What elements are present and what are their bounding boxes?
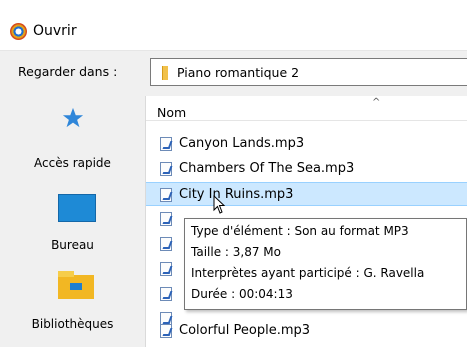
place-desktop[interactable]: Bureau (0, 181, 145, 263)
look-in-value: Piano romantique 2 (177, 65, 300, 80)
audio-file-icon (160, 162, 172, 176)
places-bar: Accès rapide Bureau Bibliothèques (0, 96, 145, 347)
window-top-edge (0, 0, 467, 15)
file-name: Chambers Of The Sea.mp3 (179, 161, 355, 176)
file-row[interactable]: Colorful People.mp3 (146, 319, 467, 343)
sort-ascending-icon: ^ (372, 97, 381, 108)
file-row[interactable]: Chambers Of The Sea.mp3 (146, 157, 467, 181)
title-bar: Ouvrir (0, 14, 467, 51)
audio-file-icon (160, 212, 172, 226)
look-in-dropdown[interactable]: Piano romantique 2 (150, 58, 467, 86)
place-label: Bureau (51, 238, 94, 252)
look-in-label: Regarder dans : (18, 64, 118, 79)
file-info-tooltip: Type d'élément : Son au format MP3 Taill… (184, 218, 467, 310)
file-name: City In Ruins.mp3 (179, 187, 294, 202)
column-header-name[interactable]: Nom ^ (146, 96, 467, 121)
file-row-selected[interactable]: City In Ruins.mp3 (146, 182, 467, 206)
audio-file-icon (160, 262, 172, 276)
tooltip-duration: Durée : 00:04:13 (191, 287, 293, 301)
file-row[interactable]: Canyon Lands.mp3 (146, 132, 467, 156)
audio-file-icon (160, 188, 172, 202)
column-header-label: Nom (157, 105, 187, 120)
app-icon (10, 23, 27, 40)
place-label: Accès rapide (34, 156, 111, 170)
dialog-title: Ouvrir (33, 23, 77, 39)
file-name: Canyon Lands.mp3 (179, 136, 305, 151)
audio-file-icon (160, 324, 172, 338)
tooltip-size: Taille : 3,87 Mo (191, 245, 281, 259)
audio-file-icon (160, 237, 172, 251)
place-label: Bibliothèques (31, 317, 114, 331)
mouse-cursor-icon (213, 195, 227, 215)
audio-file-icon (160, 137, 172, 151)
tooltip-item-type: Type d'élément : Son au format MP3 (191, 224, 409, 238)
folder-icon (162, 66, 168, 80)
desktop-icon (58, 194, 96, 222)
place-libraries[interactable]: Bibliothèques (0, 263, 145, 347)
star-icon (62, 107, 84, 128)
file-name: Colorful People.mp3 (179, 323, 311, 338)
tooltip-artists: Interprètes ayant participé : G. Ravella (191, 266, 425, 280)
library-icon (58, 271, 94, 299)
place-quick-access[interactable]: Accès rapide (0, 96, 145, 181)
audio-file-icon (160, 287, 172, 301)
